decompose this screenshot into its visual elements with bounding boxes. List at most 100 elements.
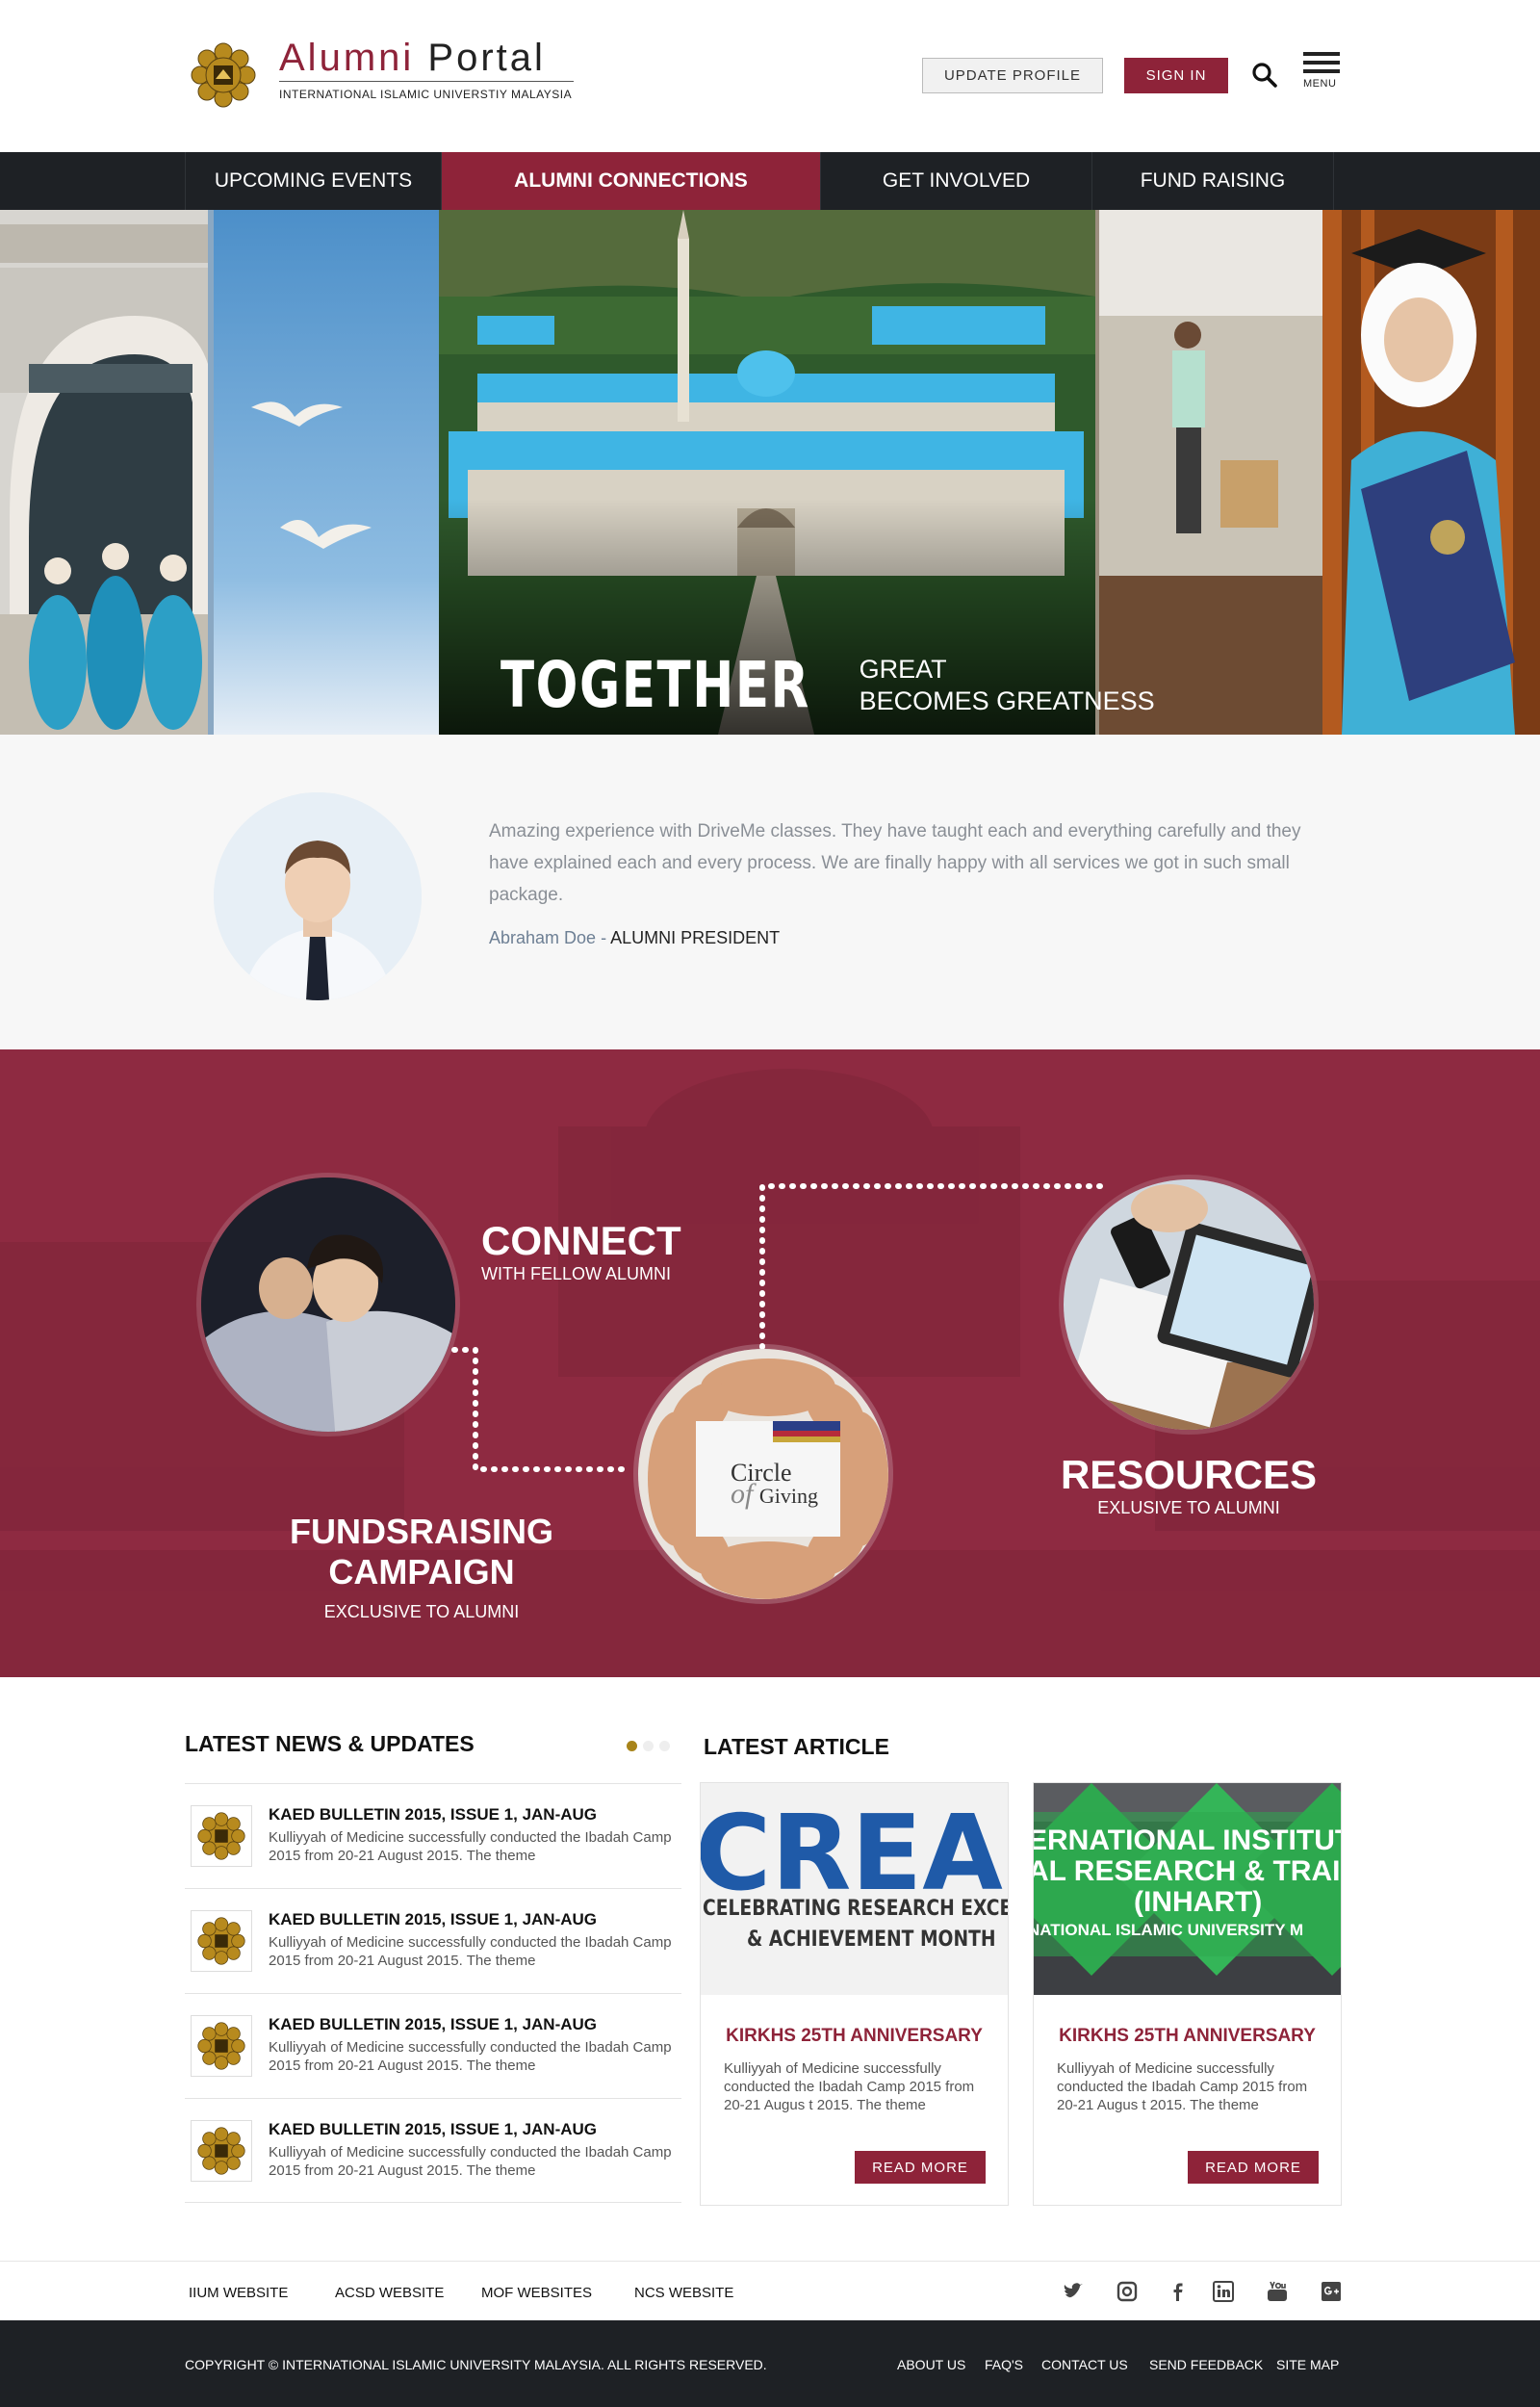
youtube-icon[interactable]	[1267, 2281, 1288, 2302]
search-icon[interactable]	[1251, 62, 1278, 89]
author-separator: -	[596, 928, 611, 947]
footer-link-mof[interactable]: MOF WEBSITES	[481, 2285, 592, 2301]
article-desc: Kulliyyah of Medicine successfully condu…	[1057, 2060, 1308, 2113]
article-image-inhart[interactable]: ERNATIONAL INSTITUT AL RESEARCH & TRAI (…	[1034, 1783, 1341, 1995]
footer-link-iium[interactable]: IIUM WEBSITE	[189, 2285, 288, 2301]
fundraising-subtitle: EXCLUSIVE TO ALUMNI	[323, 1602, 520, 1621]
site-header: Alumni Portal INTERNATIONAL ISLAMIC UNIV…	[0, 0, 1540, 152]
news-carousel-dots	[627, 1741, 670, 1751]
logo-subtitle: INTERNATIONAL ISLAMIC UNIVERSTIY MALAYSI…	[279, 88, 573, 101]
hero-headline: TOGETHER	[500, 648, 810, 722]
inhart-line-4: NATIONAL ISLAMIC UNIVERSITY M	[1034, 1921, 1304, 1939]
carousel-dot[interactable]	[643, 1741, 654, 1751]
circle-of-giving-text: Circle of Giving	[731, 1461, 818, 1510]
nav-fund-raising[interactable]: FUND RAISING	[1091, 152, 1334, 210]
connect-subtitle: WITH FELLOW ALUMNI	[481, 1264, 672, 1283]
main-nav: UPCOMING EVENTS ALUMNI CONNECTIONS GET I…	[0, 152, 1540, 210]
google-plus-icon[interactable]	[1321, 2281, 1342, 2302]
connect-title: CONNECT	[481, 1218, 681, 1263]
menu-button[interactable]: MENU	[1303, 52, 1342, 98]
cream-caption-2: & ACHIEVEMENT MONTH	[747, 1928, 996, 1952]
logo-word-alumni: Alumni	[279, 37, 415, 79]
article-image-cream[interactable]: CREAM CELEBRATING RESEARCH EXCELLE & ACH…	[701, 1783, 1008, 1995]
news-item-title[interactable]: KAED BULLETIN 2015, ISSUE 1, JAN-AUG	[269, 1805, 597, 1825]
carousel-dot-active[interactable]	[627, 1741, 637, 1751]
testimonial-section: Amazing experience with DriveMe classes.…	[0, 735, 1540, 1049]
footer-nav-sitemap[interactable]: SITE MAP	[1276, 2357, 1339, 2372]
hamburger-icon	[1303, 52, 1340, 56]
footer-link-ncs[interactable]: NCS WEBSITE	[634, 2285, 733, 2301]
facebook-icon[interactable]	[1167, 2281, 1188, 2302]
news-item[interactable]: KAED BULLETIN 2015, ISSUE 1, JAN-AUG Kul…	[185, 1783, 681, 1888]
nav-upcoming-events[interactable]: UPCOMING EVENTS	[185, 152, 441, 210]
fundraising-block[interactable]: FUNDSRAISING CAMPAIGN EXCLUSIVE TO ALUMN…	[218, 1512, 626, 1622]
article-image-cream-graphic: CREAM	[701, 1783, 1008, 1995]
author-role: ALUMNI PRESIDENT	[610, 928, 781, 947]
news-item-title[interactable]: KAED BULLETIN 2015, ISSUE 1, JAN-AUG	[269, 2015, 597, 2034]
hero-photo-sky	[208, 210, 439, 735]
news-list: KAED BULLETIN 2015, ISSUE 1, JAN-AUG Kul…	[185, 1783, 681, 2203]
update-profile-button[interactable]: UPDATE PROFILE	[922, 58, 1103, 93]
carousel-dot[interactable]	[659, 1741, 670, 1751]
resources-photo[interactable]	[1059, 1175, 1319, 1435]
fundraising-title: FUNDSRAISING CAMPAIGN	[289, 1512, 553, 1592]
read-more-button[interactable]: READ MORE	[855, 2151, 986, 2184]
inhart-line-1: ERNATIONAL INSTITUT	[1034, 1825, 1341, 1856]
iium-emblem-icon[interactable]	[189, 40, 258, 110]
hero-photo-graduate-woman	[1322, 210, 1540, 735]
logo-title[interactable]: Alumni Portal	[279, 37, 546, 80]
circle-of-giving-of: of	[731, 1478, 754, 1510]
circle-of-giving-photo[interactable]: Circle of Giving	[633, 1344, 893, 1604]
news-item-desc: Kulliyyah of Medicine successfully condu…	[269, 2144, 672, 2179]
logo-divider	[279, 81, 574, 82]
news-item-title[interactable]: KAED BULLETIN 2015, ISSUE 1, JAN-AUG	[269, 1910, 597, 1929]
avatar	[214, 792, 422, 1000]
articles-heading: LATEST ARTICLE	[704, 1734, 889, 1759]
footer-link-acsd[interactable]: ACSD WEBSITE	[335, 2285, 444, 2301]
footer-nav-faq[interactable]: FAQ'S	[985, 2357, 1023, 2372]
footer-nav-contact[interactable]: CONTACT US	[1041, 2357, 1128, 2372]
instagram-icon[interactable]	[1116, 2281, 1138, 2302]
circle-of-giving-line2: Giving	[758, 1484, 818, 1508]
footer-nav-feedback[interactable]: SEND FEEDBACK	[1149, 2357, 1263, 2372]
news-item[interactable]: KAED BULLETIN 2015, ISSUE 1, JAN-AUG Kul…	[185, 2098, 681, 2203]
hero-subheadline-line1: GREAT	[859, 654, 947, 684]
hamburger-bar	[1303, 69, 1340, 73]
resources-title: RESOURCES	[1060, 1452, 1318, 1497]
article-title[interactable]: KIRKHS 25TH ANNIVERSARY	[1034, 2026, 1341, 2047]
twitter-icon[interactable]	[1063, 2281, 1084, 2302]
hero-photo-graduates	[0, 210, 208, 735]
nav-alumni-connections[interactable]: ALUMNI CONNECTIONS	[441, 152, 820, 210]
nav-get-involved[interactable]: GET INVOLVED	[820, 152, 1091, 210]
read-more-button[interactable]: READ MORE	[1188, 2151, 1319, 2184]
article-card[interactable]: ERNATIONAL INSTITUT AL RESEARCH & TRAI (…	[1033, 1782, 1342, 2206]
article-card[interactable]: CREAM CELEBRATING RESEARCH EXCELLE & ACH…	[700, 1782, 1009, 2206]
avatar-photo	[214, 792, 422, 1000]
connect-photo-image	[201, 1178, 455, 1432]
copyright-text: COPYRIGHT © INTERNATIONAL ISLAMIC UNIVER…	[185, 2357, 767, 2372]
connect-photo[interactable]	[196, 1173, 460, 1436]
article-title[interactable]: KIRKHS 25TH ANNIVERSARY	[701, 2026, 1008, 2047]
news-emblem-icon	[191, 1910, 252, 1972]
hamburger-bar	[1303, 61, 1340, 65]
connect-block[interactable]: CONNECT WITH FELLOW ALUMNI	[481, 1218, 681, 1284]
news-item[interactable]: KAED BULLETIN 2015, ISSUE 1, JAN-AUG Kul…	[185, 1888, 681, 1993]
sign-in-button[interactable]: SIGN IN	[1124, 58, 1228, 93]
inhart-line-2: AL RESEARCH & TRAI	[1034, 1855, 1341, 1887]
inhart-line-3: (INHART)	[1134, 1886, 1263, 1918]
footer-links-bar: IIUM WEBSITE ACSD WEBSITE MOF WEBSITES N…	[0, 2261, 1540, 2320]
hero-banner: TOGETHER GREAT BECOMES GREATNESS	[0, 210, 1540, 735]
news-item-desc: Kulliyyah of Medicine successfully condu…	[269, 2039, 672, 2074]
hero-subheadline-line2: BECOMES GREATNESS	[859, 686, 1155, 715]
news-item[interactable]: KAED BULLETIN 2015, ISSUE 1, JAN-AUG Kul…	[185, 1993, 681, 2098]
news-emblem-icon	[191, 2015, 252, 2077]
news-item-title[interactable]: KAED BULLETIN 2015, ISSUE 1, JAN-AUG	[269, 2120, 597, 2139]
resources-photo-image	[1064, 1179, 1314, 1430]
logo-word-portal: Portal	[427, 37, 546, 79]
linkedin-icon[interactable]	[1213, 2281, 1234, 2302]
footer-nav-about[interactable]: ABOUT US	[897, 2357, 965, 2372]
cream-caption-1: CELEBRATING RESEARCH EXCELLE	[703, 1897, 1008, 1921]
news-emblem-icon	[191, 2120, 252, 2182]
news-item-desc: Kulliyyah of Medicine successfully condu…	[269, 1829, 672, 1864]
resources-block[interactable]: RESOURCES EXLUSIVE TO ALUMNI	[1059, 1452, 1319, 1518]
